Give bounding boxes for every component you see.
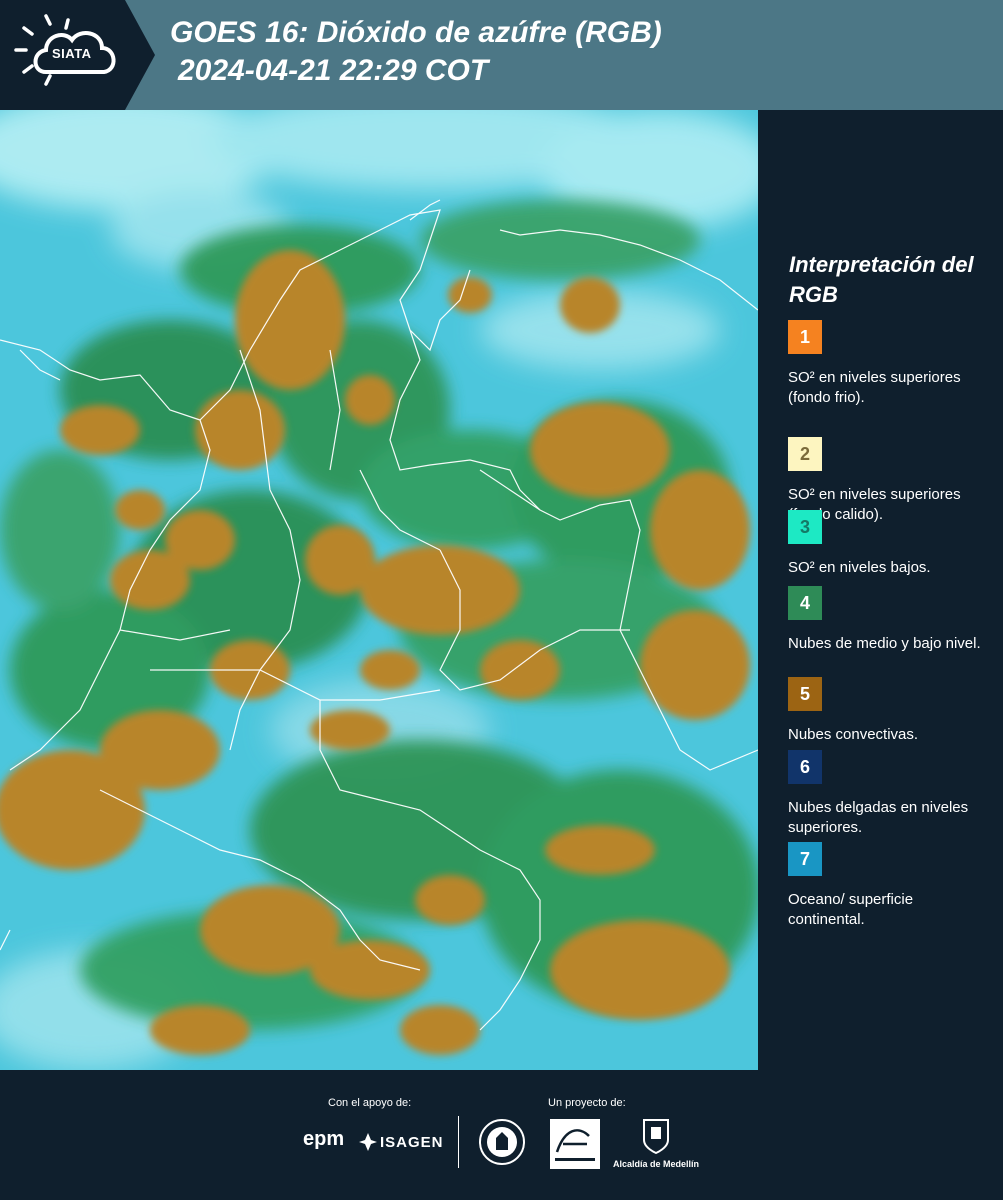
footer-divider bbox=[458, 1116, 459, 1168]
legend-item: 5 Nubes convectivas. bbox=[788, 677, 988, 745]
legend-swatch: 1 bbox=[788, 320, 822, 354]
legend-swatch: 3 bbox=[788, 510, 822, 544]
legend-item-label: SO² en niveles bajos. bbox=[788, 559, 931, 576]
alcaldia-logo-text: Alcaldía de Medellín bbox=[613, 1159, 700, 1169]
legend-swatch: 5 bbox=[788, 677, 822, 711]
alcaldia-crest-icon bbox=[643, 1119, 669, 1154]
legend-panel: Interpretación del RGB 1 SO² en niveles s… bbox=[758, 110, 1003, 1070]
legend-swatch: 7 bbox=[788, 842, 822, 876]
legend-item-label: Oceano/ superficie continental. bbox=[788, 891, 914, 928]
legend-item: 6 Nubes delgadas en niveles superiores. bbox=[788, 750, 988, 838]
footer-support-label: Con el apoyo de: bbox=[328, 1097, 412, 1109]
satellite-map[interactable] bbox=[0, 110, 758, 1070]
legend-item-label: Nubes convectivas. bbox=[788, 726, 919, 743]
isagen-logo: ISAGEN bbox=[380, 1134, 444, 1151]
legend-swatch: 2 bbox=[788, 437, 822, 471]
legend-item-label: SO² en niveles superiores (fondo frio). bbox=[788, 369, 961, 406]
header: SIATA GOES 16: Dióxido de azúfre (RGB) 2… bbox=[0, 0, 1003, 110]
page-title: GOES 16: Dióxido de azúfre (RGB) bbox=[170, 16, 662, 49]
isagen-logo-icon bbox=[359, 1133, 377, 1151]
footer-project-label: Un proyecto de: bbox=[548, 1097, 626, 1109]
area-metropolitana-logo-icon bbox=[550, 1119, 600, 1169]
legend-swatch: 4 bbox=[788, 586, 822, 620]
siata-logo-text: SIATA bbox=[52, 46, 92, 61]
page-timestamp: 2024-04-21 22:29 COT bbox=[178, 54, 489, 87]
legend-swatch: 6 bbox=[788, 750, 822, 784]
epm-logo: epm bbox=[303, 1128, 345, 1150]
legend-item: 3 SO² en niveles bajos. bbox=[788, 510, 988, 578]
footer: Con el apoyo de: Un proyecto de: epm ISA… bbox=[0, 1070, 1003, 1200]
medellin-seal-icon bbox=[479, 1119, 525, 1165]
legend-item: 1 SO² en niveles superiores (fondo frio). bbox=[788, 320, 988, 408]
satellite-image bbox=[0, 110, 758, 1070]
legend-item: 4 Nubes de medio y bajo nivel. bbox=[788, 586, 988, 654]
legend-item-label: Nubes de medio y bajo nivel. bbox=[788, 635, 981, 652]
legend-item: 7 Oceano/ superficie continental. bbox=[788, 842, 988, 930]
legend-title: Interpretación del RGB bbox=[789, 252, 974, 307]
legend-item-label: Nubes delgadas en niveles superiores. bbox=[788, 799, 969, 836]
